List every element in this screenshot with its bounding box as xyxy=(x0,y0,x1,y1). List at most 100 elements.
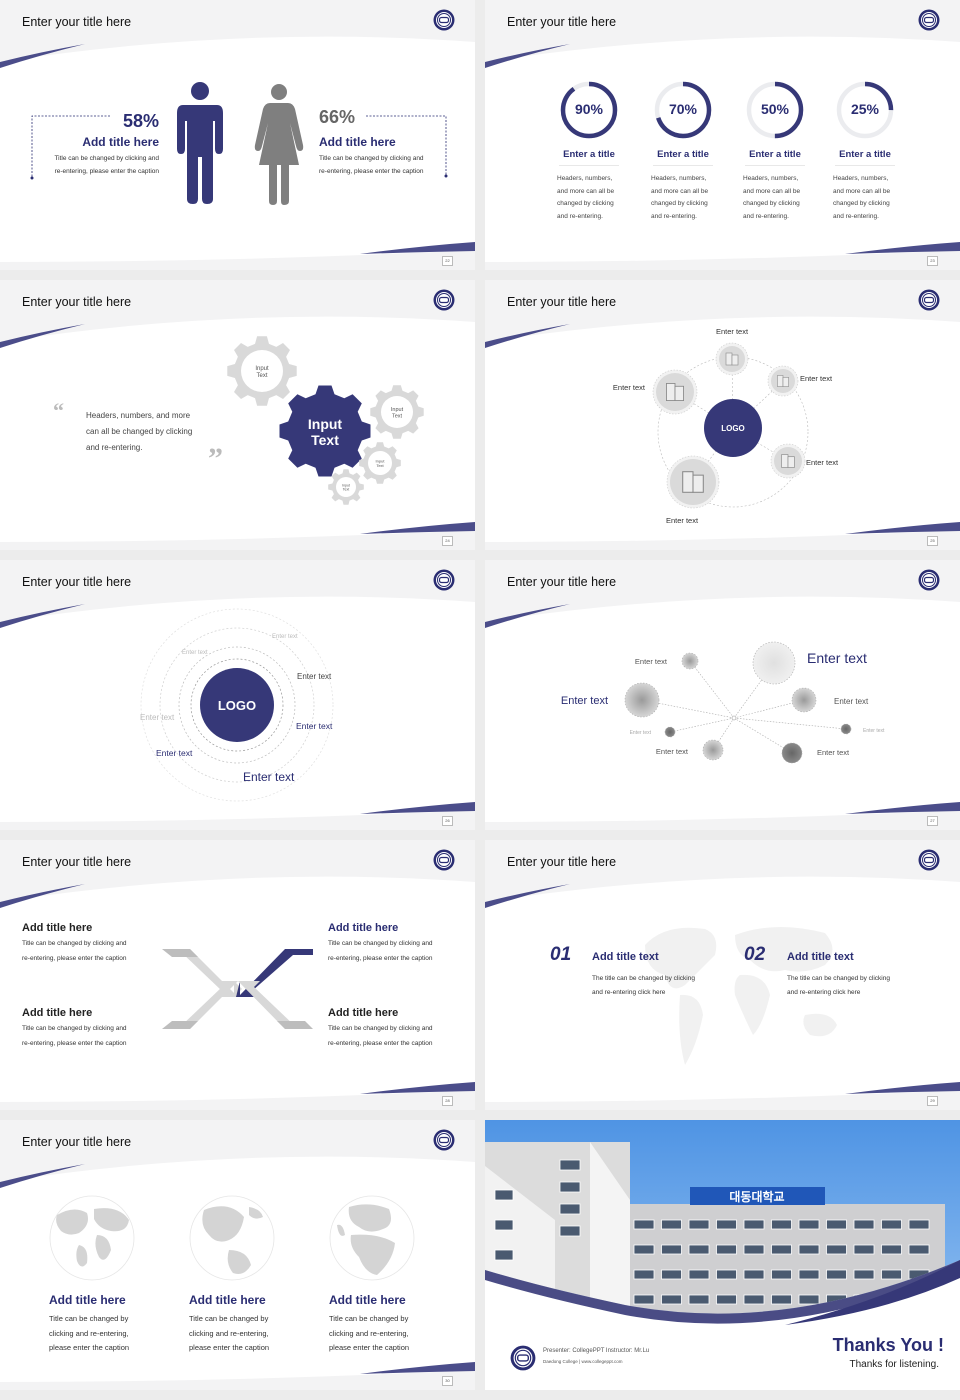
globe-icon xyxy=(329,1195,415,1281)
female-percent: 66% xyxy=(319,107,356,127)
node-label: Enter text xyxy=(613,383,646,392)
slide-thanks[interactable]: 대동대학교 Presenter: CollegePPT Instructor: … xyxy=(485,1120,960,1390)
slide-title: Enter your title here xyxy=(22,1135,132,1149)
block-title: Add title here xyxy=(22,922,93,934)
ring-divider xyxy=(835,165,895,166)
globe-title: Add title here xyxy=(189,1293,266,1307)
orbit-label: Enter text xyxy=(156,748,193,758)
building-sign-text: 대동대학교 xyxy=(729,1189,784,1204)
right-title: Add title here xyxy=(319,135,396,149)
block-title: Add title here xyxy=(328,922,399,934)
quote-line: can all be changed by clicking xyxy=(86,427,193,436)
caption-line: clicking and re-entering, xyxy=(189,1328,269,1338)
desc-line: changed by clicking xyxy=(557,200,614,207)
network-node xyxy=(702,739,724,761)
page-number: 26 xyxy=(442,816,453,826)
left-title: Add title here xyxy=(82,135,159,149)
page-number: 27 xyxy=(927,816,938,826)
caption-line: please enter the caption xyxy=(189,1343,270,1352)
slide-title: Enter your title here xyxy=(22,295,132,309)
slide-27[interactable]: Enter your title here Enter text Enter te… xyxy=(485,560,960,830)
quote-line: and re-entering. xyxy=(86,443,143,452)
abcd-arrows-diagram: D A C B xyxy=(162,949,313,1029)
logo-text: LOGO xyxy=(721,424,745,433)
caption-line: The title can be changed by clicking xyxy=(592,975,695,982)
gear-label: Input xyxy=(255,366,269,372)
network-node xyxy=(681,652,699,670)
page-number: 23 xyxy=(927,256,938,266)
presenter-info: Presenter: CollegePPT Instructor: Mr.Lu xyxy=(543,1348,650,1354)
node-label: Enter text xyxy=(807,650,867,666)
globe-icon xyxy=(49,1195,135,1281)
slide-28[interactable]: Enter your title here Add title here Tit… xyxy=(0,840,475,1110)
ring-divider xyxy=(559,165,619,166)
slide-25[interactable]: Enter your title here Enter text Enter te… xyxy=(485,280,960,550)
caption-line: re-entering, please enter the caption xyxy=(22,955,127,962)
slide-29[interactable]: Enter your title here 01 Add title text … xyxy=(485,840,960,1110)
letter-a: A xyxy=(247,966,255,978)
page-number: 25 xyxy=(927,536,938,546)
college-seal-icon xyxy=(433,1129,455,1151)
network-diagram: Enter text Enter text Enter text Enter text… xyxy=(561,641,885,764)
node-label: Enter text xyxy=(834,697,869,706)
cycle-diagram: Enter text Enter text Enter text Enter text… xyxy=(613,327,839,525)
male-percent: 58% xyxy=(122,111,159,131)
gear-label: Text xyxy=(392,414,403,420)
connector xyxy=(733,717,847,730)
item-caption: The title can be changed by clicking and… xyxy=(592,972,695,1000)
caption-line: Title can be changed by xyxy=(49,1314,129,1323)
desc-line: Headers, numbers, xyxy=(557,175,613,182)
globe-title: Add title here xyxy=(49,1293,126,1307)
slide-24[interactable]: Enter your title here “ ” Headers, numbe… xyxy=(0,280,475,550)
globe-icon xyxy=(189,1195,275,1281)
ring-description: Headers, numbers, and more can all be chan… xyxy=(743,173,807,223)
building-icon xyxy=(777,375,789,387)
slide-title: Enter your title here xyxy=(507,855,617,869)
desc-line: and more can all be xyxy=(833,187,891,195)
slide-23[interactable]: Enter your title here 90% Enter a title He… xyxy=(485,0,960,270)
building-icon xyxy=(781,454,795,468)
building-icon xyxy=(725,352,739,366)
globe-title: Add title here xyxy=(329,1293,406,1307)
thanks-title: Thanks You ! xyxy=(832,1335,944,1355)
desc-line: Headers, numbers, xyxy=(833,175,889,182)
caption-line: and re-entering click here xyxy=(592,989,666,996)
slide-title: Enter your title here xyxy=(22,855,132,869)
block-c: Add title here Title can be changed by c… xyxy=(22,1007,127,1051)
slide-22[interactable]: Enter your title here 58% Add title here… xyxy=(0,0,475,270)
arrow-b-fold xyxy=(277,1021,313,1029)
slide-30[interactable]: Enter your title here Add title here Titl… xyxy=(0,1120,475,1390)
college-seal-icon xyxy=(433,289,455,311)
item-caption: The title can be changed by clicking and… xyxy=(787,972,890,1000)
orbit-label: Enter text xyxy=(182,650,208,656)
block-d: Add title here Title can be changed by c… xyxy=(22,922,127,966)
desc-line: and more can all be xyxy=(743,187,801,195)
block-title: Add title here xyxy=(328,1007,399,1019)
orbit-label: Enter text xyxy=(297,672,332,681)
letter-b: B xyxy=(247,1000,255,1012)
desc-line: and re-entering. xyxy=(833,212,879,220)
slide-title: Enter your title here xyxy=(22,15,132,29)
ring-title: Enter a title xyxy=(657,149,709,160)
caption-line: please enter the caption xyxy=(49,1343,130,1352)
node-label: Enter text xyxy=(630,730,652,736)
ring-percent: 70% xyxy=(668,101,698,117)
gear-label: Input xyxy=(308,416,343,432)
desc-line: changed by clicking xyxy=(743,200,800,207)
gear-label: Text xyxy=(343,488,349,492)
slide-26[interactable]: Enter your title here LOGO Enter text Ente… xyxy=(0,560,475,830)
caption-line: re-entering, please enter the caption xyxy=(22,1040,127,1047)
college-info: Daedong College | www.collegeppt.com xyxy=(543,1359,623,1364)
right-caption: Title can be changed by clicking and re-… xyxy=(319,152,424,178)
block-a: Add title here Title can be changed by c… xyxy=(328,922,433,966)
college-seal-icon xyxy=(918,9,940,31)
connector xyxy=(669,717,735,733)
college-seal-icon xyxy=(918,849,940,871)
caption-line: clicking and re-entering, xyxy=(49,1328,129,1338)
desc-line: changed by clicking xyxy=(833,200,890,207)
gears-diagram: InputTextInputTextInputTextInputTextInpu… xyxy=(227,336,424,505)
college-seal-icon xyxy=(510,1345,536,1371)
network-node xyxy=(791,687,817,713)
caption-line: re-entering, please enter the caption xyxy=(328,1040,433,1047)
ring-description: Headers, numbers, and more can all be chan… xyxy=(833,173,897,223)
